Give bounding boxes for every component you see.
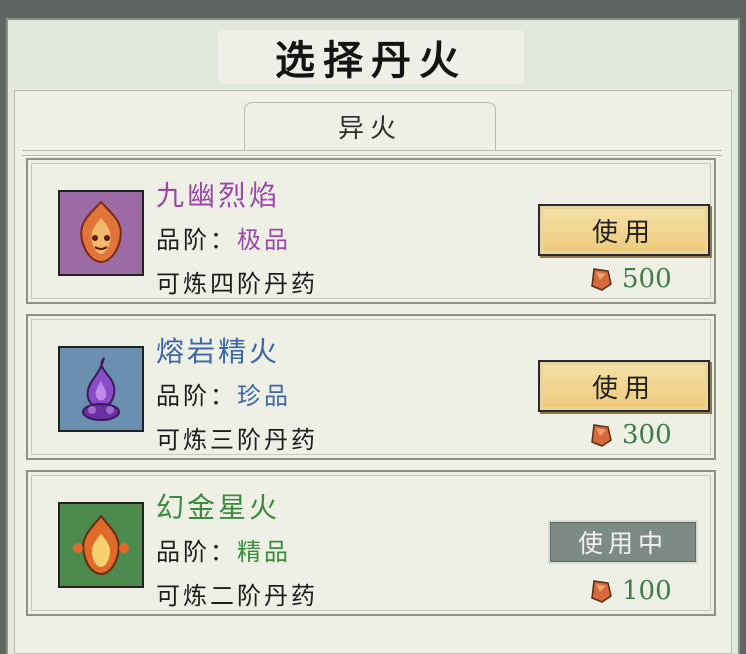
tab-yi-huo[interactable]: 异火 [244, 102, 496, 150]
refine-text: 可炼四阶丹药 [156, 270, 318, 298]
cost: 500 [588, 264, 672, 294]
orange-flame-face-icon [58, 190, 144, 276]
grade-label: 品阶： [156, 226, 237, 254]
fire-card: 熔岩精火 品阶：珍品 可炼三阶丹药 使用 300 [26, 314, 716, 460]
fire-name: 幻金星火 [156, 491, 281, 524]
title-banner: 选择丹火 [218, 30, 524, 84]
cost-value: 300 [622, 420, 672, 450]
grade-value: 极品 [237, 226, 291, 254]
spirit-stone-icon [591, 580, 612, 603]
fire-card: 幻金星火 品阶：精品 可炼二阶丹药 使用中 100 [26, 470, 716, 616]
grade-row: 品阶：极品 [156, 220, 291, 255]
fire-card: 九幽烈焰 品阶：极品 可炼四阶丹药 使用 500 [26, 158, 716, 304]
grade-label: 品阶： [156, 382, 237, 410]
grade-value: 珍品 [237, 382, 291, 410]
in-use-button[interactable]: 使用中 [548, 520, 698, 564]
page-title: 选择丹火 [275, 37, 467, 84]
grade-row: 品阶：精品 [156, 532, 291, 567]
spirit-stone-icon [591, 424, 612, 447]
use-button[interactable]: 使用 [538, 204, 710, 256]
fire-name: 熔岩精火 [156, 335, 281, 368]
cost: 100 [588, 576, 672, 606]
grade-value: 精品 [237, 538, 291, 566]
purple-flame-icon [58, 346, 144, 432]
spirit-stone-icon [591, 268, 612, 291]
use-button[interactable]: 使用 [538, 360, 710, 412]
grade-row: 品阶：珍品 [156, 376, 291, 411]
grade-label: 品阶： [156, 538, 237, 566]
fire-name: 九幽烈焰 [156, 179, 281, 212]
cost: 300 [588, 420, 672, 450]
cost-value: 500 [622, 264, 672, 294]
refine-text: 可炼三阶丹药 [156, 426, 318, 454]
gold-flame-icon [58, 502, 144, 588]
cost-value: 100 [622, 576, 672, 606]
refine-text: 可炼二阶丹药 [156, 582, 318, 610]
list-divider [22, 150, 722, 156]
